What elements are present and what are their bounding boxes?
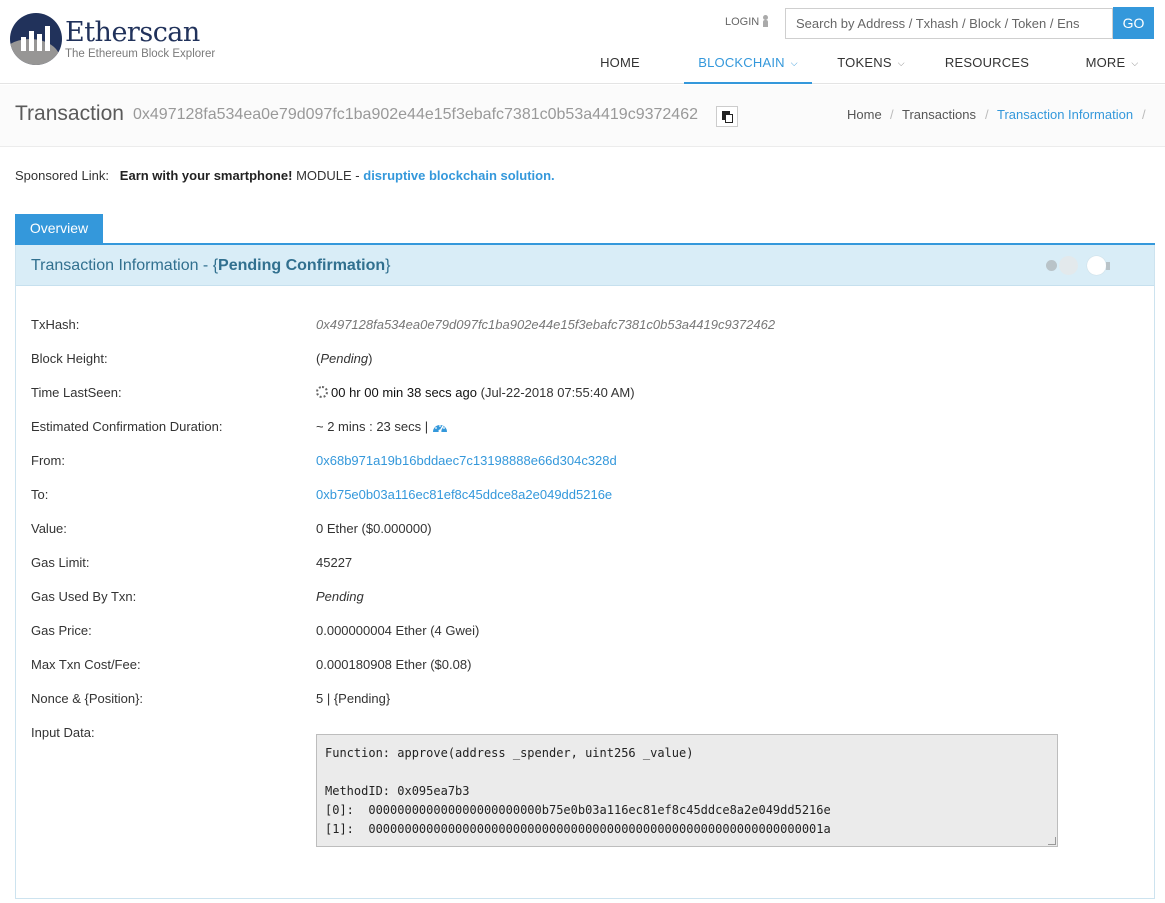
nav-tokens[interactable]: TOKENS ⌵ [826,44,916,84]
view-toggle[interactable] [1045,255,1115,275]
sponsored-headline: Earn with your smartphone! [119,168,293,183]
gas-limit-value: 45227 [316,555,353,570]
to-label: To: [31,487,49,502]
est-confirmation-value: ~ 2 mins : 23 secs | [316,419,448,434]
login-link[interactable]: LOGIN [725,15,769,28]
sponsored-anchor[interactable]: disruptive blockchain solution. [363,168,554,183]
tab-overview[interactable]: Overview [15,214,103,244]
gas-tracker-icon[interactable] [432,420,448,433]
user-icon [762,15,769,27]
input-data-textarea[interactable]: Function: approve(address _spender, uint… [316,734,1058,847]
nav-resources[interactable]: RESOURCES [934,44,1040,84]
block-height-value: (Pending) [316,351,373,366]
max-fee-value: 0.000180908 Ether ($0.08) [316,657,472,672]
breadcrumb-current: Transaction Information [997,107,1134,122]
from-label: From: [31,453,65,468]
gas-limit-label: Gas Limit: [31,555,90,570]
nav-blockchain[interactable]: BLOCKCHAIN ⌵ [684,44,812,84]
gas-used-label: Gas Used By Txn: [31,589,137,604]
nav-blockchain-label: BLOCKCHAIN [698,55,785,70]
sponsored-label: Sponsored Link: [15,168,109,183]
input-data-label: Input Data: [31,725,95,740]
brand-name: Etherscan [65,17,200,48]
pending-status: Pending Confirmation [218,257,386,274]
breadcrumb-separator: / [1142,107,1146,122]
search-go-button[interactable]: GO [1113,7,1154,39]
breadcrumb-home[interactable]: Home [847,107,882,122]
time-lastseen-label: Time LastSeen: [31,385,122,400]
nonce-label: Nonce & {Position}: [31,691,144,706]
copy-hash-button[interactable] [716,106,738,127]
panel-title: Transaction Information - {Pending Confi… [31,257,391,274]
est-confirmation-label: Estimated Confirmation Duration: [31,419,223,434]
gas-price-value: 0.000000004 Ether (4 Gwei) [316,623,480,638]
input-data-text: Function: approve(address _spender, uint… [325,746,831,836]
value-value: 0 Ether ($0.000000) [316,521,432,536]
from-address-link[interactable]: 0x68b971a19b16bddaec7c13198888e66d304c32… [316,453,617,468]
brand-tagline: The Ethereum Block Explorer [65,48,216,60]
spinner-icon [316,386,328,398]
site-header: Etherscan The Ethereum Block Explorer LO… [0,0,1165,84]
logo-chart-icon [10,13,62,65]
etherscan-logo[interactable]: Etherscan The Ethereum Block Explorer [10,13,230,69]
txhash-value: 0x497128fa534ea0e79d097fc1ba902e44e15f3e… [316,317,776,332]
breadcrumb-separator: / [985,107,989,122]
nav-resources-label: RESOURCES [944,55,1030,70]
nav-more[interactable]: MORE ⌵ [1074,44,1150,84]
sponsored-link: Sponsored Link: Earn with your smartphon… [15,168,555,183]
to-address-link[interactable]: 0xb75e0b03a116ec81ef8c45ddce8a2e049dd521… [316,487,612,502]
nav-tokens-label: TOKENS [837,55,892,70]
value-label: Value: [31,521,67,536]
time-lastseen-value: 00 hr 00 min 38 secs ago (Jul-22-2018 07… [316,385,635,400]
chevron-down-icon: ⌵ [1131,58,1139,68]
nav-home-label: HOME [600,55,640,70]
breadcrumb-transactions[interactable]: Transactions [902,107,976,122]
block-height-label: Block Height: [31,351,108,366]
resize-handle-icon[interactable] [1048,837,1056,845]
page-title-hash: 0x497128fa534ea0e79d097fc1ba902e44e15f3e… [133,106,698,123]
login-label: LOGIN [725,16,760,28]
search-input[interactable] [785,8,1113,39]
panel-header: Transaction Information - {Pending Confi… [16,245,1154,286]
gas-used-value: Pending [316,589,364,604]
max-fee-label: Max Txn Cost/Fee: [31,657,141,672]
txhash-label: TxHash: [31,317,80,332]
page-title-bar: Transaction 0x497128fa534ea0e79d097fc1ba… [0,85,1165,147]
nonce-value: 5 | {Pending} [316,691,391,706]
sponsored-text: MODULE - [296,168,360,183]
page-title: Transaction [15,102,124,125]
gas-price-label: Gas Price: [31,623,92,638]
breadcrumb-separator: / [890,107,894,122]
transaction-panel: Transaction Information - {Pending Confi… [15,245,1155,899]
nav-more-label: MORE [1085,55,1126,70]
chevron-down-icon: ⌵ [790,58,798,68]
chevron-down-icon: ⌵ [897,58,905,68]
nav-home[interactable]: HOME [584,44,656,84]
